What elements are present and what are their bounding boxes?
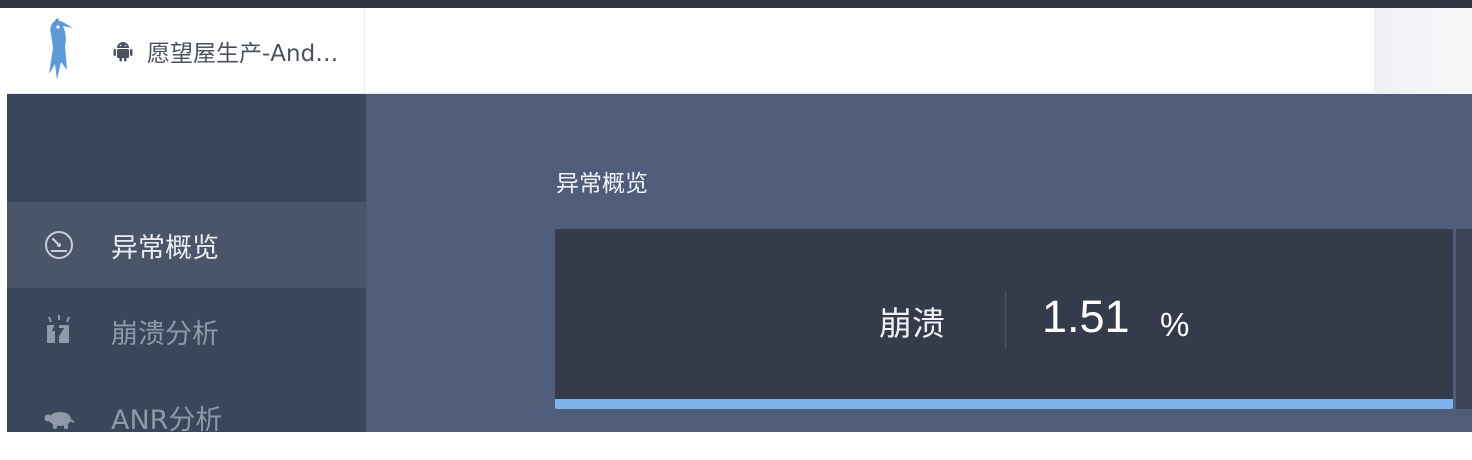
app-header: 愿望屋生产-Android: [7, 8, 1374, 94]
app-name[interactable]: 愿望屋生产-Android: [147, 34, 347, 68]
sidebar-item-label: ANR分析: [111, 404, 223, 436]
dashboard-gauge-icon: [45, 231, 73, 259]
sidebar-item-overview[interactable]: 异常概览: [7, 202, 366, 288]
sidebar-item-label: 异常概览: [111, 232, 219, 264]
android-icon: [113, 42, 133, 62]
sidebar: 异常概览 崩溃分析 ANR分析: [7, 94, 366, 436]
header-right-shade: [1374, 8, 1472, 94]
crash-rate-value: 1.51: [1042, 291, 1130, 342]
window-top-strip: [0, 0, 1472, 8]
sidebar-item-crash[interactable]: 崩溃分析: [7, 288, 366, 374]
turtle-icon: [44, 412, 75, 429]
crash-label: 崩溃: [879, 304, 945, 343]
left-edge-strip: [0, 94, 7, 432]
card-accent-bar: [555, 399, 1453, 409]
card-divider: [1005, 291, 1006, 349]
crash-rate-unit: %: [1160, 306, 1190, 343]
main-content: 异常概览 崩溃 1.51 %: [366, 94, 1472, 432]
crash-rate-card[interactable]: 崩溃 1.51 %: [555, 229, 1453, 409]
sidebar-item-anr[interactable]: ANR分析: [7, 374, 366, 460]
page-title: 异常概览: [556, 171, 648, 197]
brand-area[interactable]: 愿望屋生产-Android: [7, 8, 365, 94]
woodpecker-logo-icon: [49, 18, 73, 80]
sidebar-item-label: 崩溃分析: [111, 318, 219, 350]
next-card-edge: [1456, 229, 1472, 409]
crash-lightning-icon: [47, 315, 70, 343]
